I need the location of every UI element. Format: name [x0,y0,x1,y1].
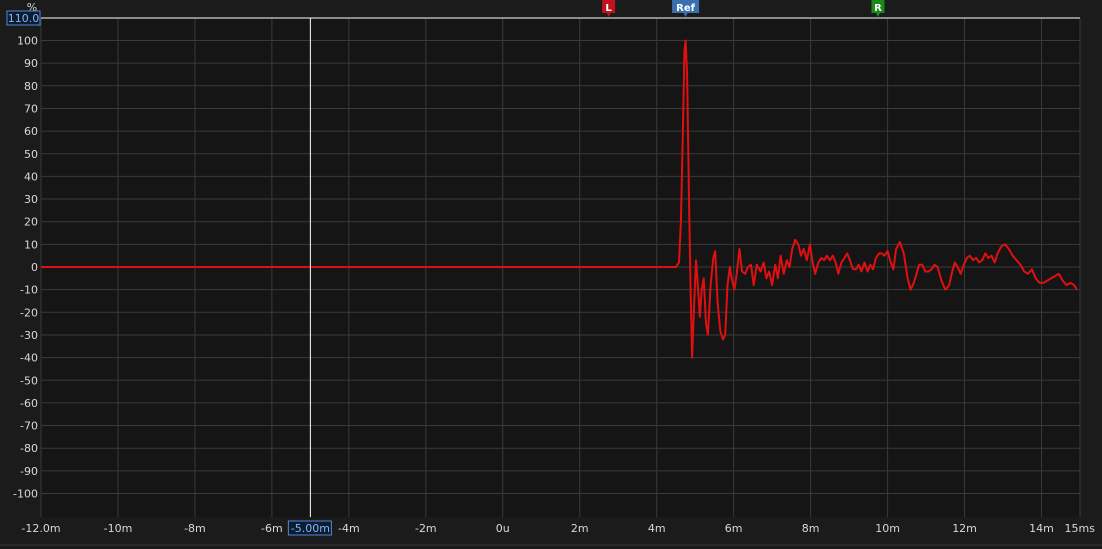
x-tick-label: 12m [952,522,977,535]
y-tick-label: -90 [20,465,38,478]
x-tick-label: -6m [261,522,283,535]
y-tick-label: 70 [24,102,38,115]
y-tick-label: -60 [20,397,38,410]
y-tick-label: -70 [20,420,38,433]
marker-label: R [874,3,882,14]
y-tick-label: 50 [24,148,38,161]
y-tick-label: 100 [17,35,38,48]
x-tick-label: -12.0m [21,522,60,535]
y-tick-label: 40 [24,170,38,183]
y-tick-label: -30 [20,329,38,342]
y-tick-label: -40 [20,352,38,365]
y-tick-label: -50 [20,374,38,387]
x-tick-label: 10m [875,522,900,535]
x-tick-label: -4m [338,522,360,535]
x-tick-label: -8m [184,522,206,535]
cursor-readout-label: -5.00m [291,522,330,535]
y-tick-label: 0 [31,261,38,274]
y-tick-label: -80 [20,442,38,455]
marker-label: Ref [676,3,695,14]
y-top-readout[interactable]: 110.0 [6,10,41,26]
x-tick-label: 6m [725,522,743,535]
x-tick-label: 0u [496,522,510,535]
y-tick-label: -10 [20,284,38,297]
y-tick-label: 10 [24,238,38,251]
y-tick-label: 90 [24,57,38,70]
y-tick-label: -100 [13,488,38,501]
x-tick-label: 14m [1029,522,1054,535]
y-tick-label: 20 [24,216,38,229]
x-tick-label: 8m [802,522,820,535]
marker-label: L [605,3,612,14]
y-tick-label: 60 [24,125,38,138]
x-tick-label: 2m [571,522,589,535]
x-tick-label: 15ms [1065,522,1096,535]
x-tick-label: -2m [415,522,437,535]
y-top-readout-value: 110.0 [8,12,40,25]
y-tick-label: 80 [24,80,38,93]
impulse-response-chart[interactable]: 100 90 80 70 60 50 40 30 20 10 0 -10 -20 -30 -40 -50 -60… [0,0,1102,549]
chart-canvas[interactable]: 1009080706050403020100-10-20-30-40-50-60… [0,0,1102,549]
x-tick-label: 4m [648,522,666,535]
y-tick-label: 30 [24,193,38,206]
y-tick-label: -20 [20,306,38,319]
x-tick-label: -10m [104,522,133,535]
